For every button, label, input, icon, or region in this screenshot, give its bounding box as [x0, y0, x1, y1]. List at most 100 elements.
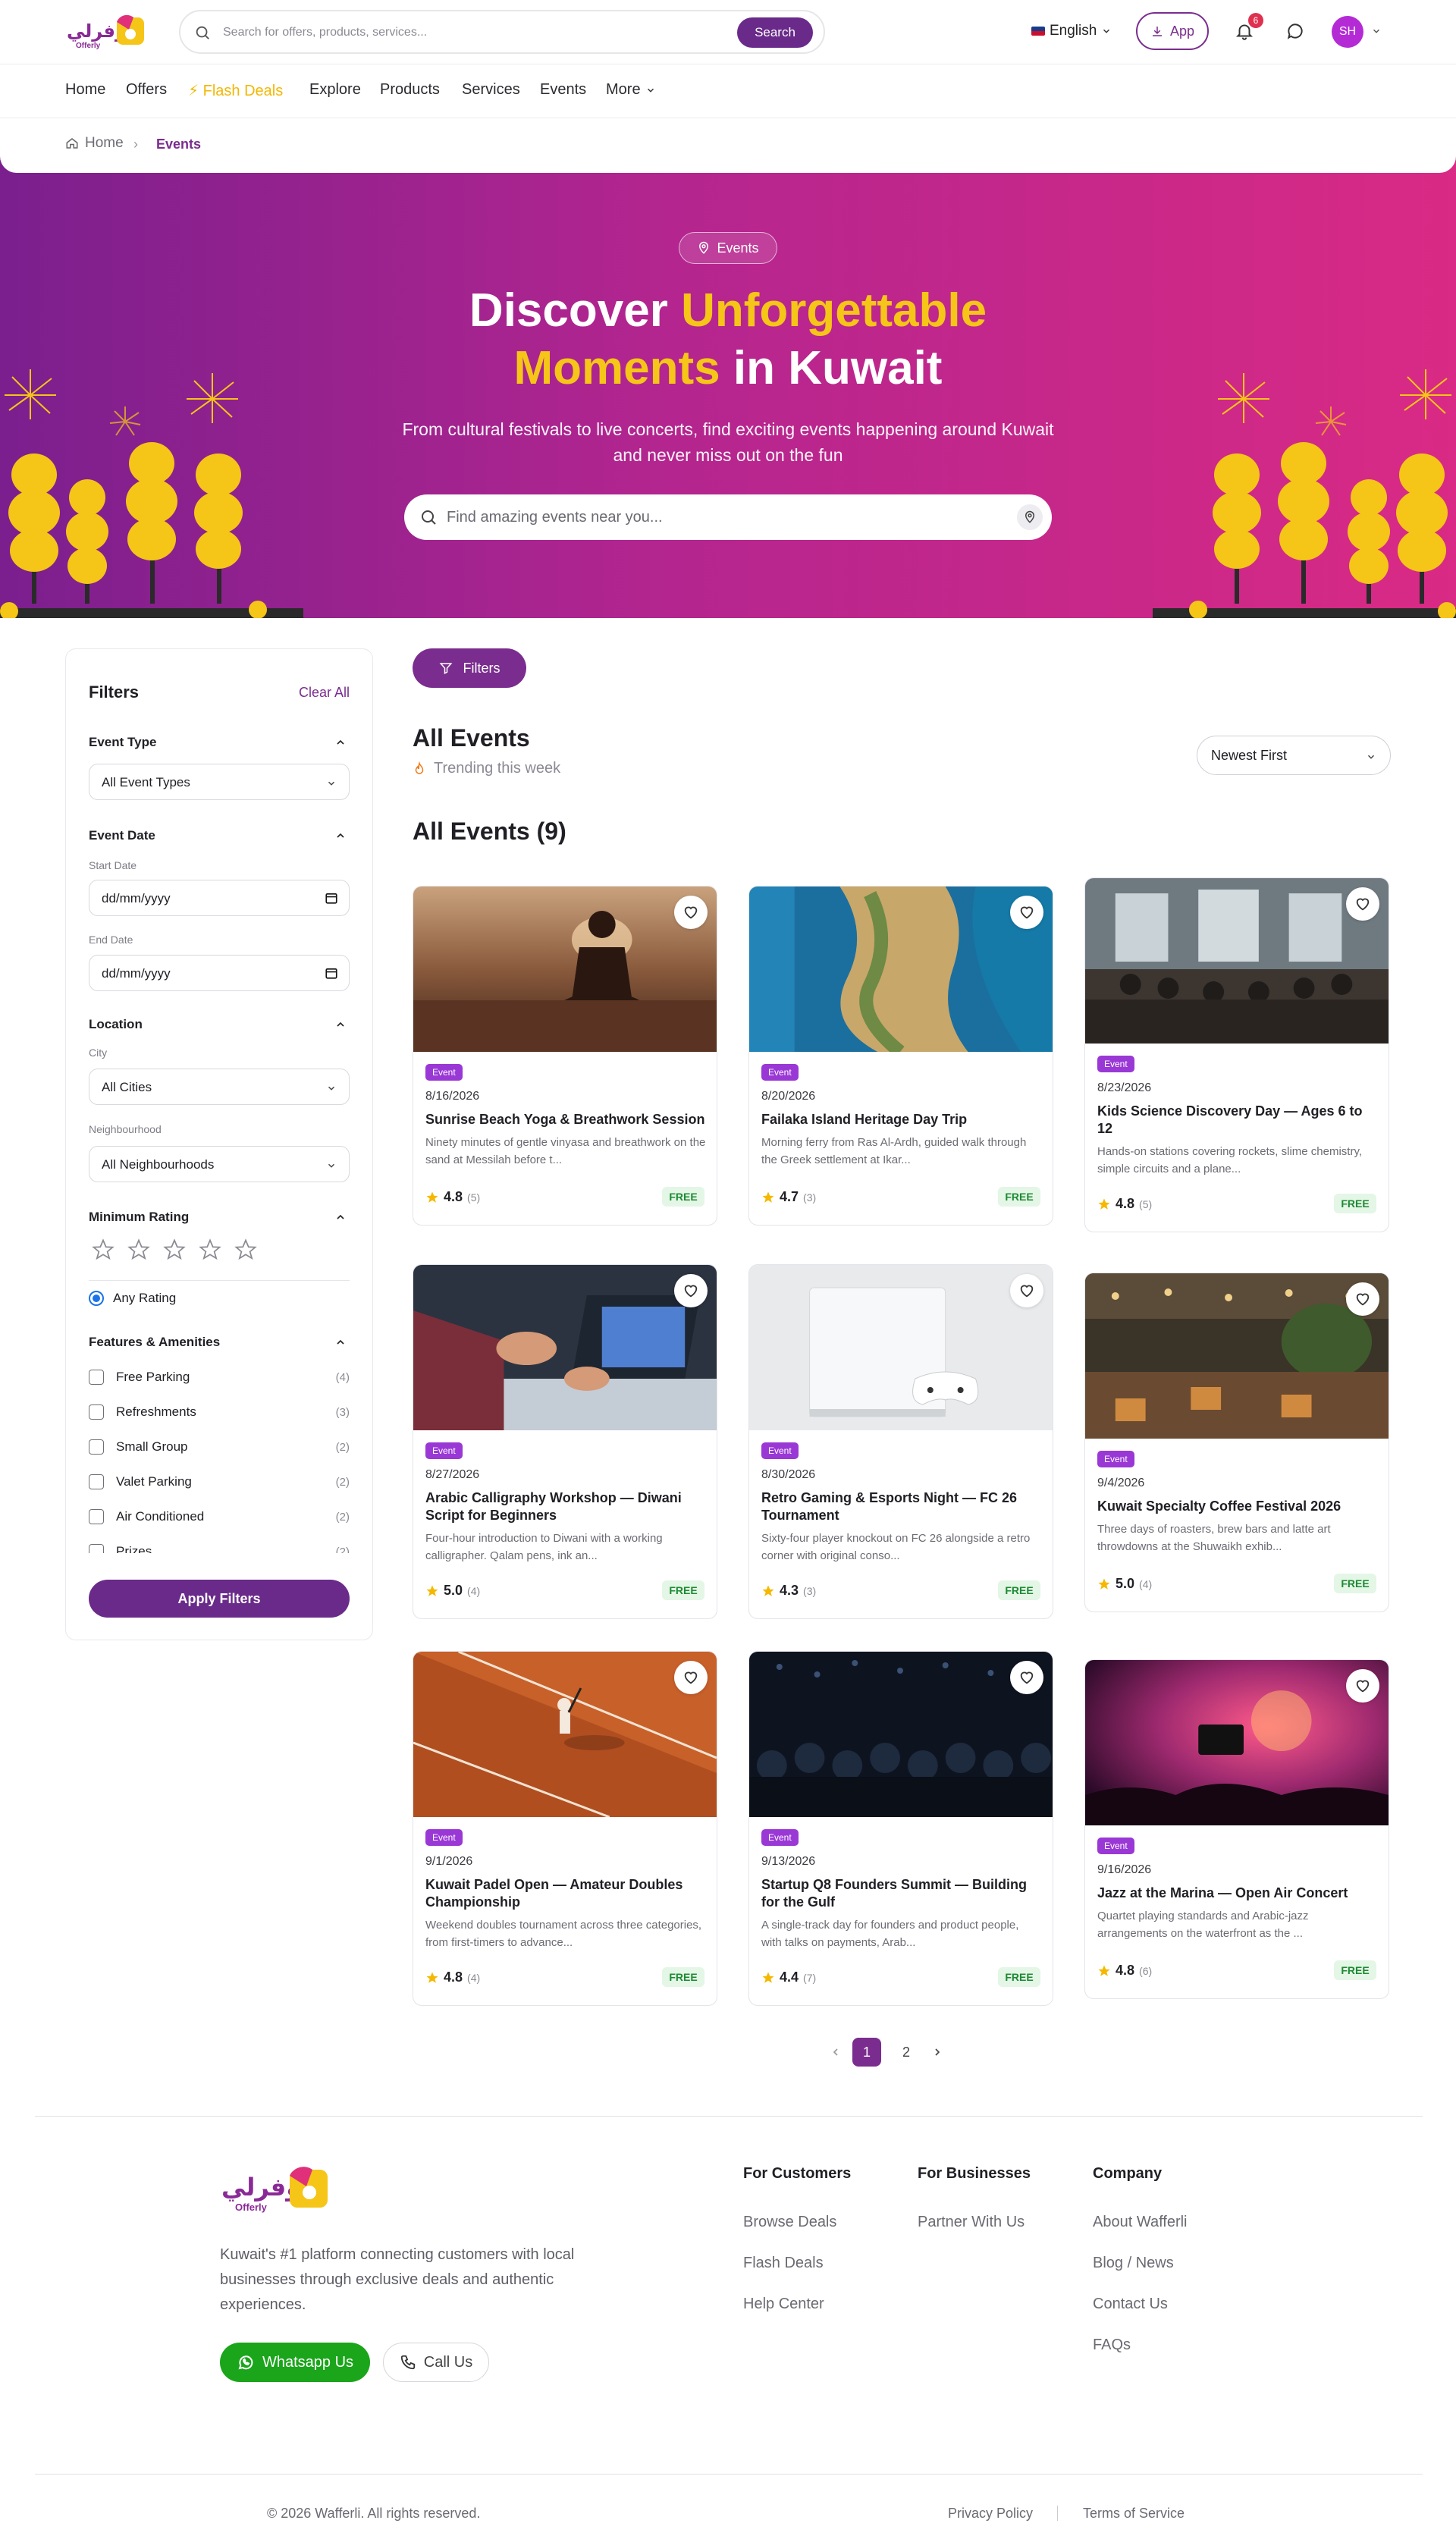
checkbox[interactable]: [89, 1474, 104, 1489]
breadcrumb-home[interactable]: Home: [65, 135, 124, 152]
event-card[interactable]: Event 8/20/2026 Failaka Island Heritage …: [748, 886, 1053, 1226]
privacy-policy-link[interactable]: Privacy Policy: [948, 2506, 1033, 2522]
feature-checkbox[interactable]: Refreshments (3): [89, 1403, 350, 1421]
event-title[interactable]: Startup Q8 Founders Summit — Building fo…: [761, 1876, 1042, 1911]
favorite-button[interactable]: [1346, 1669, 1379, 1703]
page-2-button[interactable]: 2: [892, 2038, 921, 2067]
wafferli-logo[interactable]: وفرلي Offerly: [65, 14, 149, 51]
favorite-button[interactable]: [674, 1274, 708, 1307]
event-title[interactable]: Retro Gaming & Esports Night — FC 26 Tou…: [761, 1489, 1042, 1524]
favorite-button[interactable]: [1346, 1282, 1379, 1316]
chevron-right-icon[interactable]: [931, 2046, 943, 2058]
terms-link[interactable]: Terms of Service: [1083, 2506, 1185, 2522]
event-date: 9/16/2026: [1097, 1863, 1152, 1876]
global-search[interactable]: Search for offers, products, services...…: [179, 10, 825, 54]
event-rating: 4.8 (4): [425, 1969, 480, 1985]
language-selector[interactable]: English: [1031, 23, 1112, 39]
footer-link-contact[interactable]: Contact Us: [1093, 2296, 1168, 2313]
event-card[interactable]: Event 8/16/2026 Sunrise Beach Yoga & Bre…: [413, 886, 717, 1226]
nav-more[interactable]: More: [606, 81, 656, 99]
star-filled-icon: [1098, 1198, 1110, 1210]
checkbox[interactable]: [89, 1404, 104, 1420]
footer-link-flash-deals[interactable]: Flash Deals: [743, 2255, 824, 2272]
chevron-down-icon[interactable]: [1371, 26, 1382, 36]
footer-divider: [35, 2116, 1423, 2117]
event-title[interactable]: Sunrise Beach Yoga & Breathwork Session: [425, 1111, 706, 1128]
search-icon: [422, 510, 436, 525]
event-card[interactable]: Event 9/1/2026 Kuwait Padel Open — Amate…: [413, 1651, 717, 2006]
event-title[interactable]: Kuwait Padel Open — Amateur Doubles Cham…: [425, 1876, 706, 1911]
heart-icon: [1020, 906, 1034, 919]
footer-link-partner[interactable]: Partner With Us: [918, 2214, 1025, 2231]
nav-services[interactable]: Services: [462, 81, 520, 99]
heart-icon: [1356, 1680, 1370, 1693]
checkbox[interactable]: [89, 1544, 104, 1553]
event-rating: 4.8 (6): [1097, 1963, 1152, 1979]
feature-checkbox[interactable]: Prizes (2): [89, 1543, 350, 1553]
page-1-button[interactable]: 1: [852, 2038, 881, 2067]
footer-link-help-center[interactable]: Help Center: [743, 2296, 824, 2313]
search-input[interactable]: Search for offers, products, services...: [223, 26, 427, 39]
nav-offers[interactable]: Offers: [126, 81, 167, 99]
favorite-button[interactable]: [1010, 1274, 1043, 1307]
price-badge: FREE: [1334, 1574, 1376, 1593]
event-title[interactable]: Failaka Island Heritage Day Trip: [761, 1111, 1042, 1128]
sort-select[interactable]: Newest First: [1197, 736, 1391, 775]
event-card[interactable]: Event 8/30/2026 Retro Gaming & Esports N…: [748, 1264, 1053, 1619]
favorite-button[interactable]: [1010, 896, 1043, 929]
nav-explore[interactable]: Explore: [309, 81, 361, 99]
event-card[interactable]: Event 9/4/2026 Kuwait Specialty Coffee F…: [1084, 1273, 1389, 1612]
home-icon: [66, 138, 78, 149]
avatar[interactable]: SH: [1332, 16, 1363, 48]
review-count: (4): [467, 1971, 481, 1984]
chevron-left-icon[interactable]: [830, 2046, 842, 2058]
favorite-button[interactable]: [674, 896, 708, 929]
event-card[interactable]: Event 9/16/2026 Jazz at the Marina — Ope…: [1084, 1659, 1389, 1999]
nav-flash-deals[interactable]: ⚡ Flash Deals: [188, 81, 283, 100]
favorite-button[interactable]: [1010, 1661, 1043, 1694]
checkbox[interactable]: [89, 1439, 104, 1455]
footer-link-browse-deals[interactable]: Browse Deals: [743, 2214, 836, 2231]
event-title[interactable]: Kids Science Discovery Day — Ages 6 to 1…: [1097, 1103, 1378, 1138]
feature-checkbox[interactable]: Small Group (2): [89, 1438, 350, 1456]
filters-toggle-label: Filters: [463, 660, 500, 676]
event-search[interactable]: Find amazing events near you...: [404, 494, 1052, 540]
star-filled-icon: [762, 1585, 774, 1596]
checkbox[interactable]: [89, 1370, 104, 1385]
apply-filters-button[interactable]: Apply Filters: [89, 1580, 350, 1618]
event-card[interactable]: Event 9/13/2026 Startup Q8 Founders Summ…: [748, 1651, 1053, 2006]
feature-checkbox[interactable]: Free Parking (4): [89, 1368, 350, 1386]
call-button[interactable]: Call Us: [383, 2343, 489, 2382]
checkbox[interactable]: [89, 1509, 104, 1524]
heart-icon: [1020, 1671, 1034, 1684]
footer-link-blog[interactable]: Blog / News: [1093, 2255, 1174, 2272]
copyright: © 2026 Wafferli. All rights reserved.: [267, 2506, 481, 2521]
location-button[interactable]: [1017, 504, 1043, 530]
event-image: [413, 887, 717, 1052]
footer-link-about[interactable]: About Wafferli: [1093, 2214, 1188, 2231]
event-description: Quartet playing standards and Arabic-jaz…: [1097, 1910, 1309, 1940]
nav-home[interactable]: Home: [65, 81, 105, 99]
event-title[interactable]: Jazz at the Marina — Open Air Concert: [1097, 1885, 1378, 1902]
favorite-button[interactable]: [1346, 887, 1379, 921]
feature-checkbox[interactable]: Valet Parking (2): [89, 1473, 350, 1491]
search-button[interactable]: Search: [737, 17, 813, 48]
nav-products[interactable]: Products: [380, 81, 440, 99]
favorite-button[interactable]: [674, 1661, 708, 1694]
nav-events[interactable]: Events: [540, 81, 586, 99]
event-card[interactable]: Event 8/23/2026 Kids Science Discovery D…: [1084, 877, 1389, 1232]
event-title[interactable]: Arabic Calligraphy Workshop — Diwani Scr…: [425, 1489, 706, 1524]
whatsapp-button[interactable]: Whatsapp Us: [220, 2343, 370, 2382]
footer-logo[interactable]: وفرلي Offerly: [220, 2165, 334, 2215]
footer-link-faqs[interactable]: FAQs: [1093, 2337, 1131, 2354]
hero-title: Discover Unforgettable Moments in Kuwait: [0, 282, 1456, 397]
app-download-button[interactable]: App: [1136, 12, 1209, 50]
event-search-input[interactable]: Find amazing events near you...: [447, 509, 663, 526]
chat-icon[interactable]: [1285, 21, 1305, 41]
feature-checkbox[interactable]: Air Conditioned (2): [89, 1508, 350, 1526]
event-card[interactable]: Event 8/27/2026 Arabic Calligraphy Works…: [413, 1264, 717, 1619]
event-tag: Event: [1097, 1056, 1134, 1072]
events-pill: Events: [679, 232, 777, 264]
event-title[interactable]: Kuwait Specialty Coffee Festival 2026: [1097, 1498, 1378, 1515]
filters-toggle-button[interactable]: Filters: [413, 648, 526, 688]
